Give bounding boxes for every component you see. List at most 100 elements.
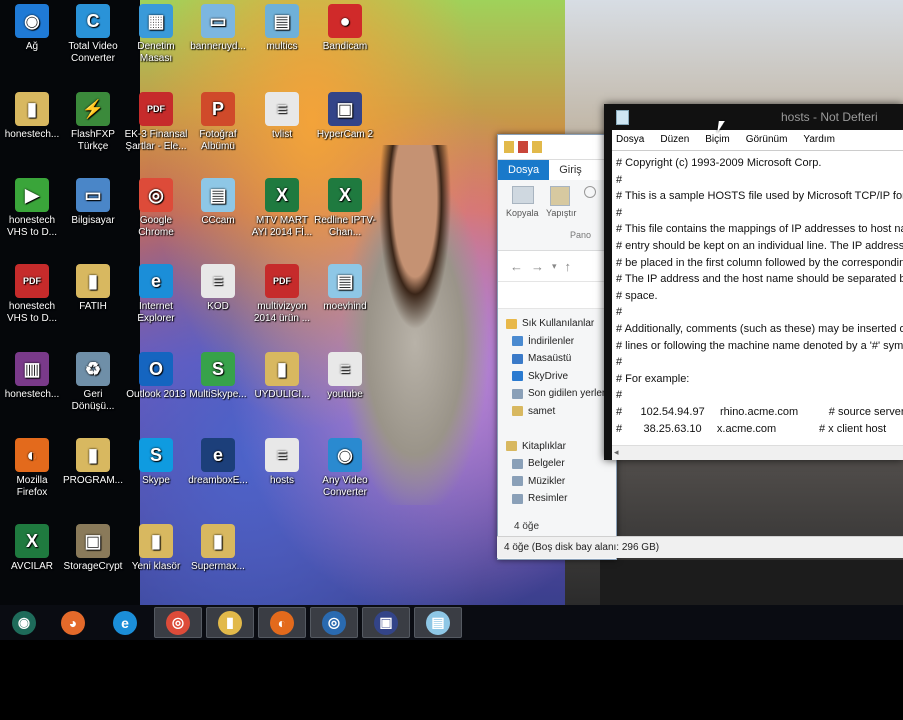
notepad-menu-item[interactable]: Düzen bbox=[660, 130, 689, 150]
desktop-icon[interactable]: ▤ CCcam bbox=[186, 178, 250, 227]
desktop-icon[interactable]: PDF EK-3 Finansal Şartlar - Ele... bbox=[124, 92, 188, 153]
desktop-icon[interactable]: ♻ Geri Dönüşü... bbox=[61, 352, 125, 413]
horizontal-scrollbar[interactable]: ◂ bbox=[612, 445, 903, 460]
desktop-icon[interactable]: ◐ Mozilla Firefox bbox=[0, 438, 64, 499]
notepad-menu-item[interactable]: Biçim bbox=[705, 130, 729, 150]
dreambox-icon: e bbox=[201, 438, 235, 472]
desktop-icon[interactable]: P Fotoğraf Albümü bbox=[186, 92, 250, 153]
desktop-icon[interactable]: ◉ Ağ bbox=[0, 4, 64, 53]
nav-pane-item[interactable]: Belgeler bbox=[512, 455, 616, 473]
nav-pane-item[interactable]: Sık Kullanılanlar bbox=[506, 315, 616, 333]
desktop-icon-label: Internet Explorer bbox=[137, 301, 175, 324]
tab-home[interactable]: Giriş bbox=[549, 160, 592, 180]
taskbar-notepad[interactable]: ▤ bbox=[414, 607, 462, 638]
documents-icon bbox=[512, 458, 523, 469]
desktop-icon[interactable]: C Total Video Converter bbox=[61, 4, 125, 65]
desktop-icon[interactable]: ≡ youtube bbox=[313, 352, 377, 401]
taskbar-dreambox[interactable]: ◎ bbox=[310, 607, 358, 638]
paste-button[interactable]: Yapıştır bbox=[546, 208, 576, 218]
new-folder-icon[interactable] bbox=[532, 141, 542, 153]
back-arrow-icon[interactable]: ← bbox=[510, 259, 523, 274]
nav-pane-item[interactable]: İndirilenler bbox=[512, 333, 616, 351]
nav-pane-item[interactable]: Son gidilen yerler bbox=[512, 385, 616, 403]
desktop-icon[interactable]: ▥ honestech... bbox=[0, 352, 64, 401]
copy-button[interactable]: Kopyala bbox=[506, 208, 539, 218]
excel-icon: X bbox=[265, 178, 299, 212]
desktop-icon[interactable]: ◎ Google Chrome bbox=[124, 178, 188, 239]
desktop-icon[interactable]: ● Bandicam bbox=[313, 4, 377, 53]
forward-arrow-icon[interactable]: → bbox=[531, 259, 544, 274]
nav-pane-item-label: Masaüstü bbox=[528, 353, 572, 364]
desktop-icon[interactable]: X AVCILAR bbox=[0, 524, 64, 573]
notepad-menu-item[interactable]: Dosya bbox=[616, 130, 644, 150]
excel-icon: X bbox=[15, 524, 49, 558]
cut-icon[interactable] bbox=[584, 186, 596, 198]
desktop-icon[interactable]: ≡ hosts bbox=[250, 438, 314, 487]
hypercam-icon: ▣ bbox=[328, 92, 362, 126]
desktop-icon[interactable]: ⚡ FlashFXP Türkçe bbox=[61, 92, 125, 153]
taskbar-file-explorer[interactable]: ▮ bbox=[206, 607, 254, 638]
scroll-left-icon[interactable]: ◂ bbox=[614, 447, 619, 458]
text-line: # bbox=[616, 206, 623, 219]
desktop-icon[interactable]: ▮ honestech... bbox=[0, 92, 64, 141]
taskbar-firefox[interactable]: ◐ bbox=[258, 607, 306, 638]
desktop-icon[interactable]: X Redline IPTV-Chan... bbox=[313, 178, 377, 239]
notepad-menu-item[interactable]: Yardım bbox=[803, 130, 835, 150]
nav-pane-item[interactable]: samet bbox=[512, 403, 616, 421]
taskbar-google-chrome[interactable]: ◎ bbox=[154, 607, 202, 638]
desktop-icon[interactable]: ▭ Bilgisayar bbox=[61, 178, 125, 227]
paste-icon[interactable] bbox=[550, 186, 570, 206]
desktop-icon[interactable]: ▤ moevhind bbox=[313, 264, 377, 313]
desktop-icon[interactable]: S Skype bbox=[124, 438, 188, 487]
desktop-icon[interactable]: ▶ honestech VHS to D... bbox=[0, 178, 64, 239]
text-line: # bbox=[616, 389, 623, 402]
tab-file[interactable]: Dosya bbox=[498, 160, 550, 180]
desktop-icon[interactable]: ▭ banneruyd... bbox=[186, 4, 250, 53]
desktop-icon[interactable]: e Internet Explorer bbox=[124, 264, 188, 325]
desktop-icon[interactable]: X MTV MART AYI 2014 Fİ... bbox=[250, 178, 314, 239]
notepad-title-bar[interactable]: hosts - Not Defteri bbox=[604, 104, 903, 130]
notepad-menu-item[interactable]: Görünüm bbox=[746, 130, 788, 150]
nav-pane-item[interactable]: Masaüstü bbox=[512, 350, 616, 368]
firefox-icon: ◐ bbox=[270, 610, 294, 635]
desktop-icon-label: HyperCam 2 bbox=[316, 129, 374, 140]
desktop-icon-label: Yeni klasör bbox=[131, 561, 181, 572]
file-explorer-window[interactable]: Dosya Giriş Kopyala Yapıştır Pano ← → ▾ … bbox=[497, 134, 617, 560]
desktop-icon[interactable]: S MultiSkype... bbox=[186, 352, 250, 401]
notepad-text-area[interactable]: # Copyright (c) 1993-2009 Microsoft Corp… bbox=[612, 150, 903, 451]
taskbar-chrome-canary[interactable]: ◕ bbox=[49, 607, 97, 638]
notepad-window[interactable]: hosts - Not Defteri Dosya Düzen Biçim Görün… bbox=[604, 104, 903, 460]
desktop-icon[interactable]: ≡ KOD bbox=[186, 264, 250, 313]
desktop-icon[interactable]: ◉ Any Video Converter bbox=[313, 438, 377, 499]
nav-pane-item[interactable]: Resimler bbox=[512, 490, 616, 508]
properties-icon[interactable] bbox=[518, 141, 528, 153]
desktop-icon[interactable]: ▦ Denetim Masası bbox=[124, 4, 188, 65]
desktop-icon[interactable]: ▮ UYDULICI... bbox=[250, 352, 314, 401]
start-button[interactable]: ◉ bbox=[0, 607, 48, 638]
address-bar[interactable] bbox=[498, 282, 616, 309]
desktop-icon-label: StorageCrypt bbox=[63, 561, 123, 572]
desktop-icon[interactable]: ≡ tvlist bbox=[250, 92, 314, 141]
folder-icon[interactable] bbox=[504, 141, 514, 153]
chevron-down-icon[interactable]: ▾ bbox=[552, 261, 557, 272]
up-arrow-icon[interactable]: ↑ bbox=[565, 259, 572, 274]
libraries-icon bbox=[506, 441, 517, 452]
desktop-icon[interactable]: ▮ FATİH bbox=[61, 264, 125, 313]
desktop-icon[interactable]: ▮ Supermax... bbox=[186, 524, 250, 573]
desktop-icon[interactable]: O Outlook 2013 bbox=[124, 352, 188, 401]
desktop-icon-label: MultiSkype... bbox=[189, 389, 247, 400]
copy-icon[interactable] bbox=[512, 186, 534, 204]
desktop-icon[interactable]: ▤ multics bbox=[250, 4, 314, 53]
desktop-icon[interactable]: ▮ PROGRAM... bbox=[61, 438, 125, 487]
desktop-icon[interactable]: ▣ StorageCrypt bbox=[61, 524, 125, 573]
desktop-icon[interactable]: e dreamboxE... bbox=[186, 438, 250, 487]
taskbar-internet-explorer[interactable]: e bbox=[101, 607, 149, 638]
desktop-icon[interactable]: ▮ Yeni klasör bbox=[124, 524, 188, 573]
nav-pane-item[interactable]: Müzikler bbox=[512, 473, 616, 491]
nav-pane-item[interactable]: SkyDrive bbox=[512, 368, 616, 386]
desktop-icon[interactable]: PDF honestech VHS to D... bbox=[0, 264, 64, 325]
taskbar-hypercam[interactable]: ▣ bbox=[362, 607, 410, 638]
desktop-icon[interactable]: ▣ HyperCam 2 bbox=[313, 92, 377, 141]
desktop-icon[interactable]: PDF multivizyon 2014 ürün ... bbox=[250, 264, 314, 325]
nav-pane-item[interactable]: Kitaplıklar bbox=[506, 438, 616, 456]
